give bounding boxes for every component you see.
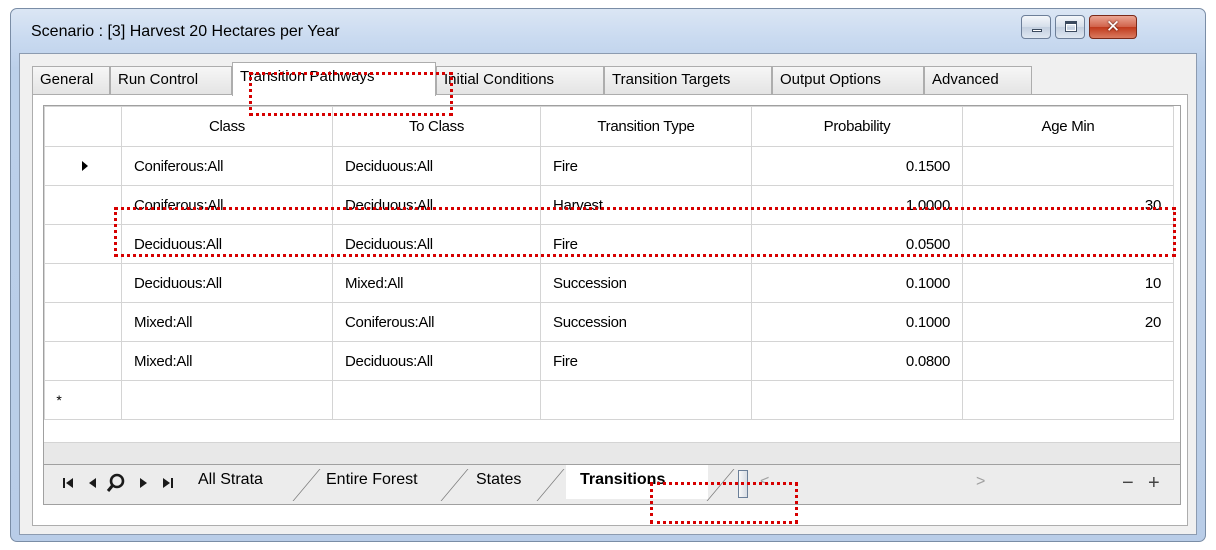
close-icon: ✕ <box>1105 17 1121 36</box>
row-header[interactable]: * <box>44 380 122 420</box>
column-header-to-class[interactable]: To Class <box>332 106 541 147</box>
sheet-tab-divider <box>706 469 736 501</box>
row-header-corner[interactable] <box>44 106 122 147</box>
tab-general[interactable]: General <box>32 66 110 94</box>
cell-class[interactable] <box>121 380 333 420</box>
cell-age-min[interactable] <box>962 224 1174 264</box>
current-row-arrow-icon <box>82 160 88 171</box>
cell-transition-type[interactable]: Fire <box>540 341 752 381</box>
sheet-tab-transitions[interactable]: Transitions <box>566 465 708 499</box>
cell-class[interactable]: Deciduous:All <box>121 224 333 264</box>
tab-output-options[interactable]: Output Options <box>772 66 924 94</box>
cell-probability[interactable] <box>751 380 963 420</box>
cell-probability[interactable]: 0.1500 <box>751 146 963 186</box>
table-row[interactable]: Coniferous:All Deciduous:All Fire 0.1500 <box>44 146 1174 186</box>
cell-transition-type[interactable]: Harvest <box>540 185 752 225</box>
cell-to-class[interactable]: Deciduous:All <box>332 341 541 381</box>
column-header-transition-type[interactable]: Transition Type <box>540 106 752 147</box>
tab-initial-conditions[interactable]: Initial Conditions <box>436 66 604 94</box>
sheet-splitter-handle[interactable] <box>738 470 748 498</box>
cell-probability[interactable]: 0.0500 <box>751 224 963 264</box>
cell-age-min[interactable] <box>962 146 1174 186</box>
row-header[interactable] <box>44 224 122 264</box>
sheet-tab-divider <box>536 469 566 501</box>
row-header[interactable] <box>44 341 122 381</box>
add-sheet-button[interactable]: + <box>1148 472 1160 495</box>
tab-transition-targets[interactable]: Transition Targets <box>604 66 772 94</box>
cell-age-min[interactable] <box>962 341 1174 381</box>
cell-transition-type[interactable]: Succession <box>540 263 752 303</box>
cell-to-class[interactable]: Deciduous:All <box>332 224 541 264</box>
window-client-area: General Run Control Transition Pathways … <box>19 53 1197 535</box>
column-header-class[interactable]: Class <box>121 106 333 147</box>
previous-record-icon[interactable] <box>88 477 98 492</box>
row-header[interactable] <box>44 146 122 186</box>
next-record-icon[interactable] <box>138 477 148 492</box>
header-row: Class To Class Transition Type Probabili… <box>44 106 1174 147</box>
cell-transition-type[interactable]: Succession <box>540 302 752 342</box>
cell-class[interactable]: Coniferous:All <box>121 185 333 225</box>
first-record-icon[interactable] <box>62 477 74 492</box>
table-row[interactable]: Coniferous:All Deciduous:All Harvest 1.0… <box>44 185 1174 225</box>
cell-class[interactable]: Coniferous:All <box>121 146 333 186</box>
transitions-table: Class To Class Transition Type Probabili… <box>44 106 1174 420</box>
sheet-navigator: All Strata Entire Forest States Transiti… <box>44 464 1180 504</box>
transition-pathways-panel: Class To Class Transition Type Probabili… <box>32 94 1188 526</box>
cell-class[interactable]: Mixed:All <box>121 341 333 381</box>
cell-class[interactable]: Deciduous:All <box>121 263 333 303</box>
column-header-probability[interactable]: Probability <box>751 106 963 147</box>
cell-probability[interactable]: 1.0000 <box>751 185 963 225</box>
cell-to-class[interactable] <box>332 380 541 420</box>
new-row[interactable]: * <box>44 380 1174 420</box>
cell-to-class[interactable]: Mixed:All <box>332 263 541 303</box>
title-bar[interactable]: Scenario : [3] Harvest 20 Hectares per Y… <box>11 9 1205 53</box>
cell-probability[interactable]: 0.1000 <box>751 263 963 303</box>
cell-probability[interactable]: 0.0800 <box>751 341 963 381</box>
remove-sheet-button[interactable]: − <box>1122 472 1134 495</box>
transitions-grid: Class To Class Transition Type Probabili… <box>43 105 1181 505</box>
cell-class[interactable]: Mixed:All <box>121 302 333 342</box>
new-row-marker-icon: * <box>56 391 62 408</box>
row-header[interactable] <box>44 302 122 342</box>
cell-to-class[interactable]: Deciduous:All <box>332 146 541 186</box>
cell-to-class[interactable]: Coniferous:All <box>332 302 541 342</box>
cell-probability[interactable]: 0.1000 <box>751 302 963 342</box>
cell-to-class[interactable]: Deciduous:All <box>332 185 541 225</box>
table-row[interactable]: Mixed:All Deciduous:All Fire 0.0800 <box>44 341 1174 381</box>
scroll-right-button[interactable]: > <box>976 473 985 491</box>
minimize-button[interactable] <box>1021 15 1051 39</box>
tab-transition-pathways[interactable]: Transition Pathways <box>232 62 436 96</box>
grid-empty-area <box>44 442 1180 464</box>
cell-transition-type[interactable]: Fire <box>540 224 752 264</box>
maximize-icon <box>1065 21 1077 32</box>
sheet-tab-states[interactable]: States <box>462 465 535 499</box>
cell-age-min[interactable] <box>962 380 1174 420</box>
cell-transition-type[interactable] <box>540 380 752 420</box>
scenario-window: Scenario : [3] Harvest 20 Hectares per Y… <box>10 8 1206 542</box>
table-row[interactable]: Mixed:All Coniferous:All Succession 0.10… <box>44 302 1174 342</box>
tab-advanced[interactable]: Advanced <box>924 66 1032 94</box>
cell-age-min[interactable]: 10 <box>962 263 1174 303</box>
scroll-left-button[interactable]: < <box>760 473 769 491</box>
last-record-icon[interactable] <box>162 477 174 492</box>
row-header[interactable] <box>44 185 122 225</box>
row-header[interactable] <box>44 263 122 303</box>
cell-age-min[interactable]: 30 <box>962 185 1174 225</box>
window-title: Scenario : [3] Harvest 20 Hectares per Y… <box>31 23 340 40</box>
search-icon[interactable] <box>106 473 126 496</box>
table-row[interactable]: Deciduous:All Mixed:All Succession 0.100… <box>44 263 1174 303</box>
cell-transition-type[interactable]: Fire <box>540 146 752 186</box>
close-button[interactable]: ✕ <box>1089 15 1137 39</box>
sheet-tab-all-strata[interactable]: All Strata <box>184 465 277 499</box>
cell-age-min[interactable]: 20 <box>962 302 1174 342</box>
table-row[interactable]: Deciduous:All Deciduous:All Fire 0.0500 <box>44 224 1174 264</box>
sheet-tab-entire-forest[interactable]: Entire Forest <box>312 465 432 499</box>
column-header-age-min[interactable]: Age Min <box>962 106 1174 147</box>
maximize-button[interactable] <box>1055 15 1085 39</box>
minimize-icon <box>1032 29 1042 32</box>
tab-run-control[interactable]: Run Control <box>110 66 232 94</box>
